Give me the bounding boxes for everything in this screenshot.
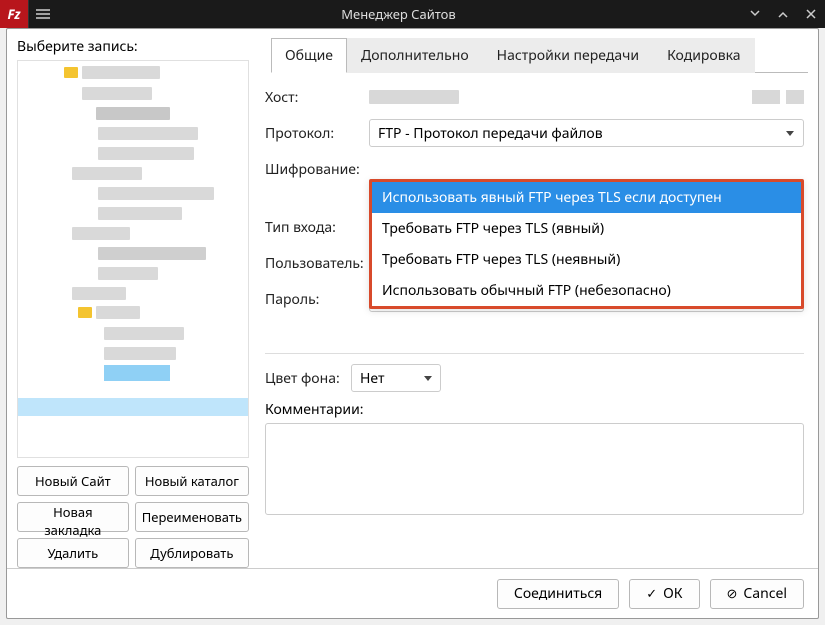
tab-advanced[interactable]: Дополнительно	[347, 38, 483, 73]
close-button[interactable]	[799, 2, 823, 26]
encryption-option-0[interactable]: Использовать явный FTP через TLS если до…	[372, 182, 801, 213]
rename-button[interactable]: Переименовать	[135, 502, 249, 532]
form-divider	[265, 353, 804, 354]
host-input[interactable]	[369, 84, 804, 110]
host-label: Хост:	[265, 88, 369, 107]
bgcolor-value: Нет	[360, 369, 385, 388]
user-label: Пользователь:	[265, 254, 369, 273]
new-bookmark-button[interactable]: Новая закладка	[17, 502, 129, 532]
new-site-button[interactable]: Новый Сайт	[17, 466, 129, 496]
tab-general[interactable]: Общие	[271, 38, 347, 73]
sites-tree[interactable]	[17, 60, 249, 458]
app-logo: Fz	[0, 0, 28, 28]
check-icon	[646, 584, 657, 603]
duplicate-button[interactable]: Дублировать	[135, 538, 249, 568]
bgcolor-select[interactable]: Нет	[351, 364, 441, 392]
connect-button[interactable]: Соединиться	[497, 579, 619, 609]
encryption-option-1[interactable]: Требовать FTP через TLS (явный)	[372, 213, 801, 244]
encryption-option-2[interactable]: Требовать FTP через TLS (неявный)	[372, 244, 801, 275]
protocol-label: Протокол:	[265, 124, 369, 143]
cancel-button[interactable]: Cancel	[710, 579, 805, 609]
tab-transfer[interactable]: Настройки передачи	[483, 38, 653, 73]
hamburger-icon[interactable]	[28, 0, 56, 28]
site-manager-dialog: Выберите запись:	[6, 28, 819, 619]
encryption-option-3[interactable]: Использовать обычный FTP (небезопасно)	[372, 275, 801, 306]
window-title: Менеджер Сайтов	[56, 5, 741, 23]
title-bar: Fz Менеджер Сайтов	[0, 0, 825, 28]
dialog-footer: Соединиться ОК Cancel	[7, 568, 818, 618]
comments-label: Комментарии:	[265, 400, 804, 419]
new-folder-button[interactable]: Новый каталог	[135, 466, 249, 496]
encryption-dropdown[interactable]: Использовать явный FTP через TLS если до…	[369, 179, 804, 309]
password-label: Пароль:	[265, 290, 369, 309]
delete-button[interactable]: Удалить	[17, 538, 129, 568]
protocol-select[interactable]: FTP - Протокол передачи файлов	[369, 119, 804, 147]
cancel-icon	[727, 584, 738, 603]
bgcolor-label: Цвет фона:	[265, 369, 351, 388]
tab-encoding[interactable]: Кодировка	[653, 38, 755, 73]
maximize-button[interactable]	[771, 2, 795, 26]
minimize-button[interactable]	[743, 2, 767, 26]
tab-bar: Общие Дополнительно Настройки передачи К…	[271, 37, 808, 73]
logon-type-label: Тип входа:	[265, 218, 369, 237]
ok-button[interactable]: ОК	[629, 579, 699, 609]
comments-textarea[interactable]	[265, 423, 804, 515]
protocol-value: FTP - Протокол передачи файлов	[378, 124, 603, 143]
encryption-label: Шифрование:	[265, 160, 369, 179]
select-entry-label: Выберите запись:	[17, 37, 249, 56]
